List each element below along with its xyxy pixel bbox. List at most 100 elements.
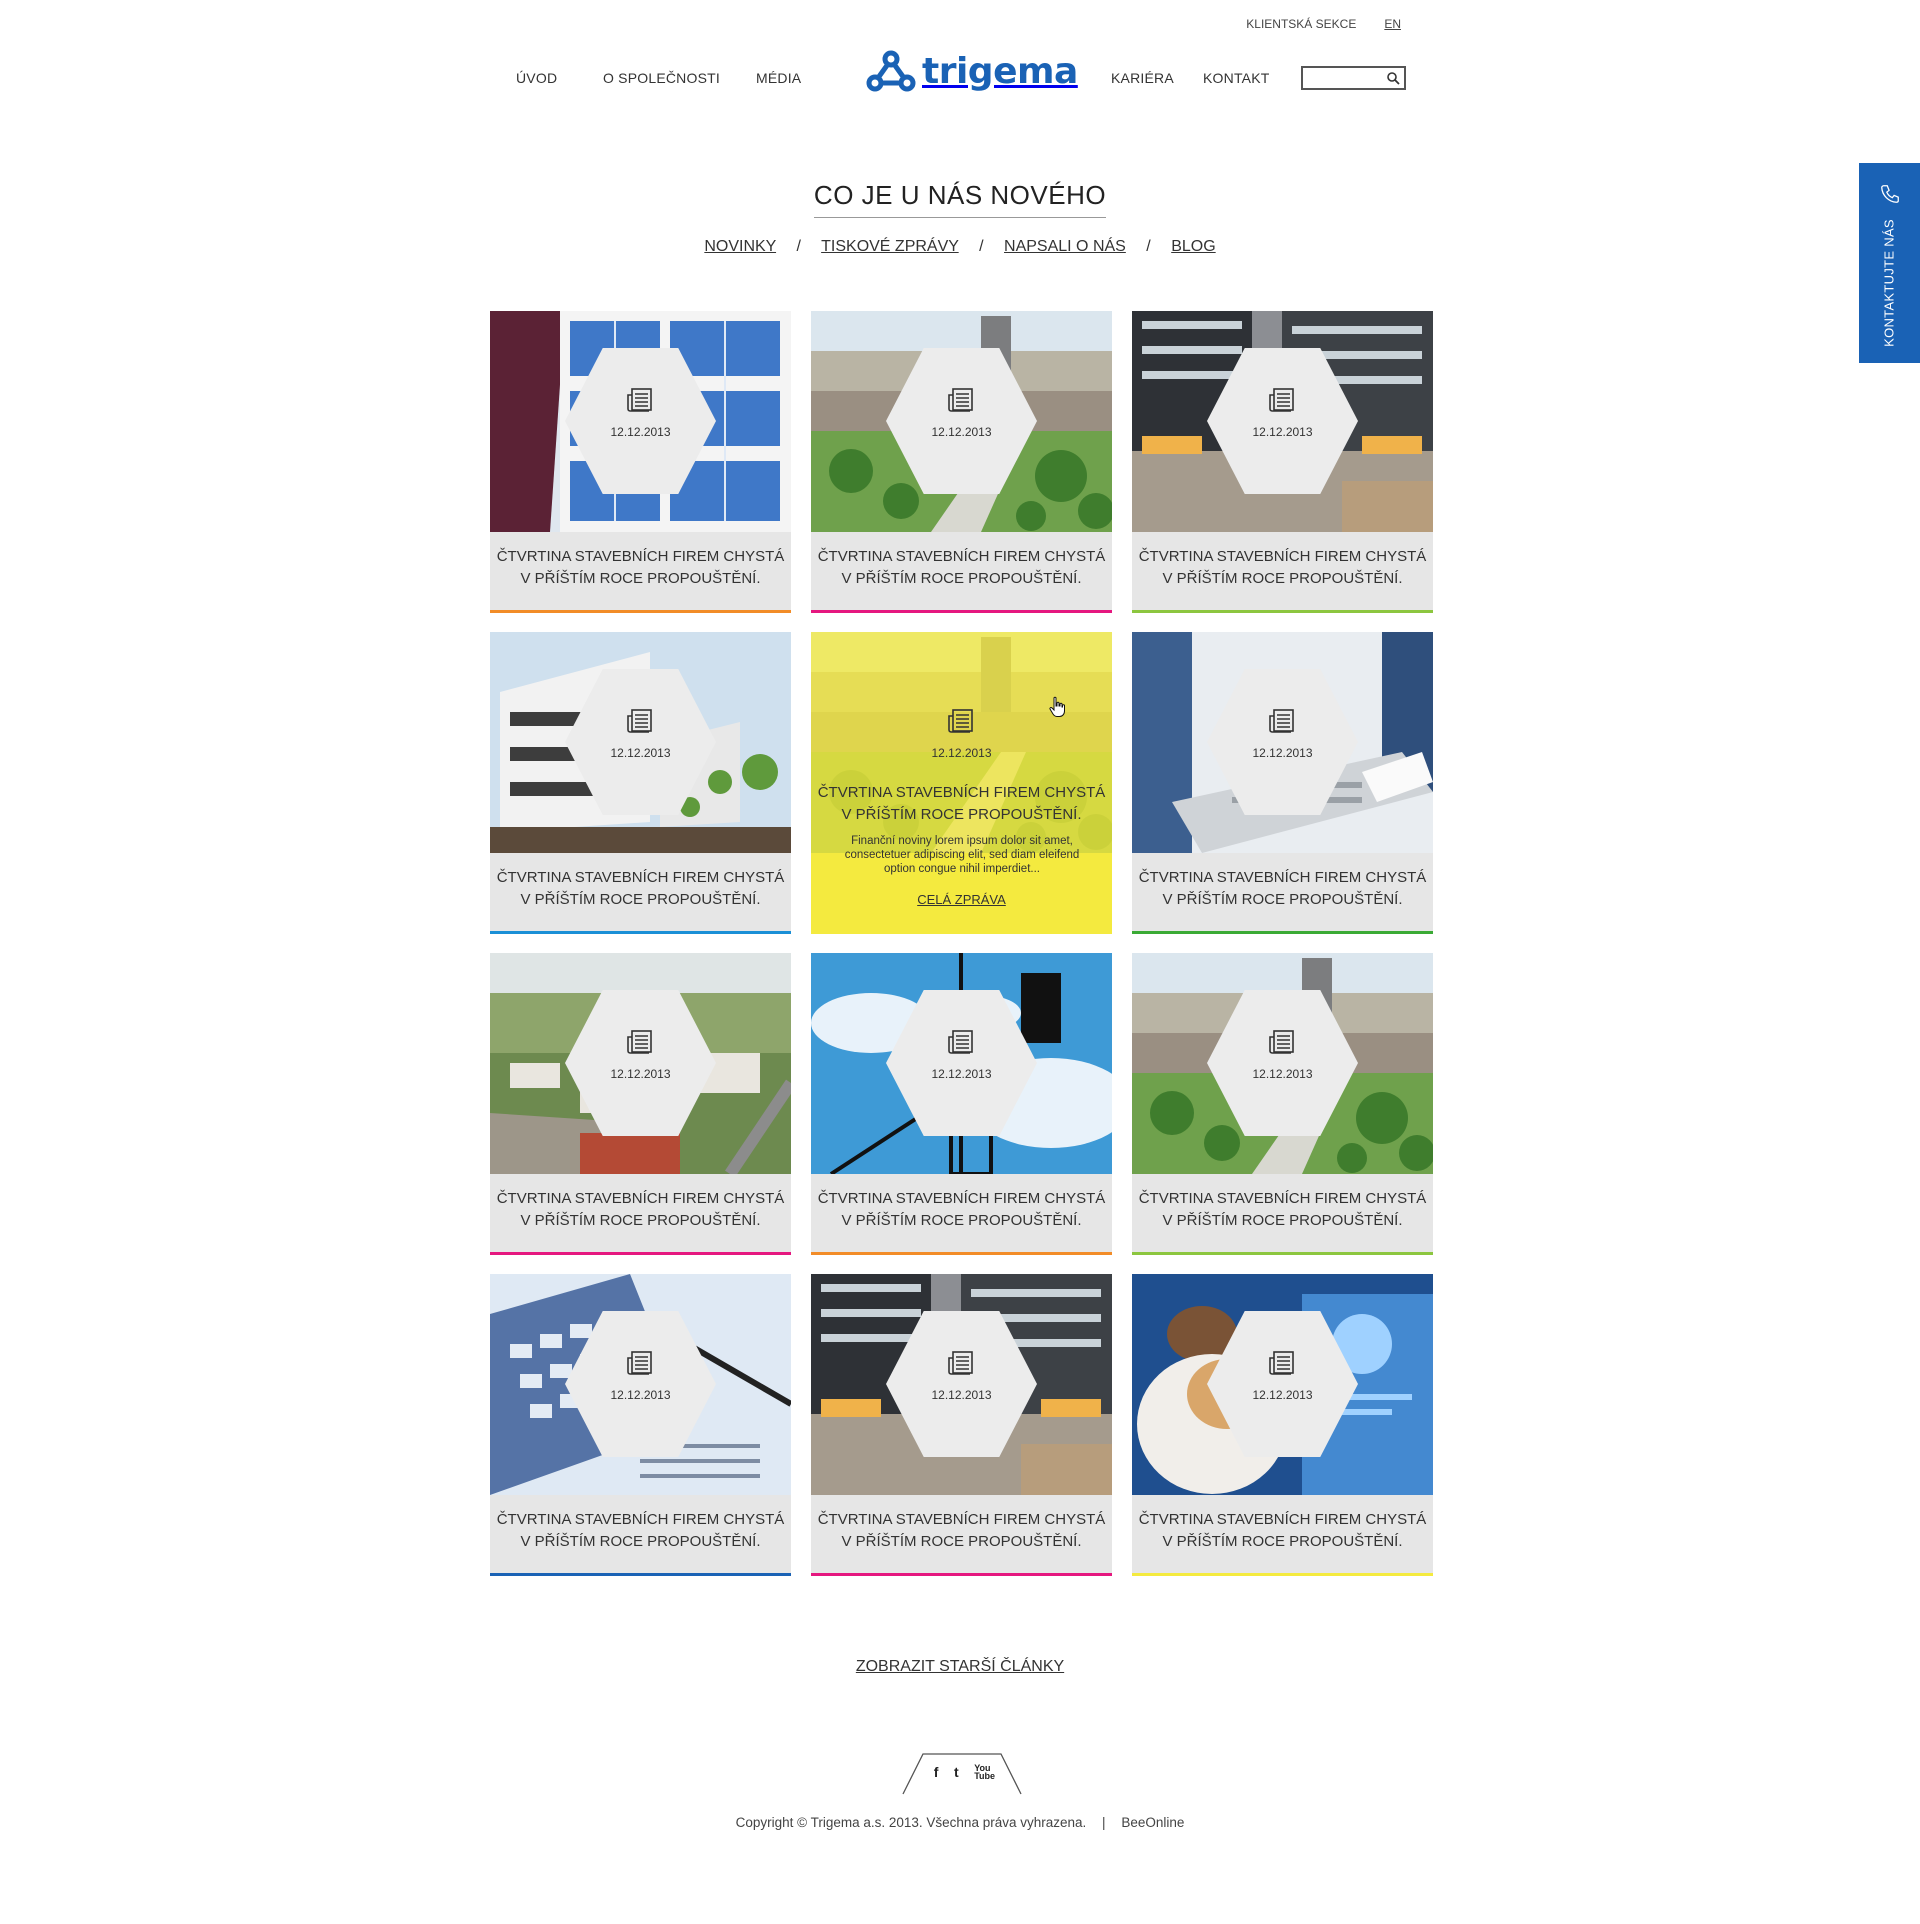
news-card-title[interactable]: ČTVRTINA STAVEBNÍCH FIREM CHYSTÁ V PŘÍŠT… bbox=[811, 546, 1112, 590]
news-card[interactable]: 12.12.2013 ČTVRTINA STAVEBNÍCH FIREM CHY… bbox=[1132, 953, 1433, 1255]
news-card-accent-bar bbox=[811, 1252, 1112, 1255]
news-card-title[interactable]: ČTVRTINA STAVEBNÍCH FIREM CHYSTÁ V PŘÍŠT… bbox=[811, 782, 1112, 826]
search-icon[interactable] bbox=[1386, 71, 1400, 85]
news-card-title[interactable]: ČTVRTINA STAVEBNÍCH FIREM CHYSTÁ V PŘÍŠT… bbox=[811, 1188, 1112, 1232]
nav-item-media[interactable]: MÉDIA bbox=[756, 70, 801, 86]
news-card-date: 12.12.2013 bbox=[610, 1067, 671, 1081]
trigema-logo[interactable]: trigema bbox=[866, 50, 1078, 92]
document-icon bbox=[627, 388, 652, 412]
document-icon bbox=[948, 1351, 973, 1375]
document-icon bbox=[627, 1030, 652, 1054]
news-card[interactable]: 12.12.2013 ČTVRTINA STAVEBNÍCH FIREM CHY… bbox=[811, 953, 1112, 1255]
footer-separator: | bbox=[1102, 1815, 1106, 1830]
show-older-articles-link[interactable]: ZOBRAZIT STARŠÍ ČLÁNKY bbox=[856, 1658, 1064, 1675]
news-card-accent-bar bbox=[811, 610, 1112, 613]
main-navigation: ÚVOD O SPOLEČNOSTI MÉDIA trigema KARIÉRA… bbox=[0, 0, 1920, 110]
subnav-separator: / bbox=[796, 238, 801, 255]
nav-item-o-spolecnosti[interactable]: O SPOLEČNOSTI bbox=[603, 70, 720, 86]
document-icon bbox=[1269, 1030, 1294, 1054]
document-icon bbox=[1269, 709, 1294, 733]
twitter-icon[interactable]: t bbox=[954, 1764, 959, 1780]
news-card-date: 12.12.2013 bbox=[1252, 1067, 1313, 1081]
news-card-date: 12.12.2013 bbox=[931, 1388, 992, 1402]
news-card-excerpt: Finanční noviny lorem ipsum dolor sit am… bbox=[844, 835, 1080, 875]
news-card-accent-bar bbox=[1132, 1573, 1433, 1576]
news-card-title-line: V PŘÍŠTÍM ROCE PROPOUŠTĚNÍ. bbox=[841, 570, 1082, 587]
subnav-item-blog[interactable]: BLOG bbox=[1171, 238, 1215, 255]
document-icon bbox=[948, 388, 973, 412]
read-more-link[interactable]: CELÁ ZPRÁVA bbox=[811, 892, 1112, 907]
news-card-title-line: V PŘÍŠTÍM ROCE PROPOUŠTĚNÍ. bbox=[520, 891, 761, 908]
news-card[interactable]: 12.12.2013 ČTVRTINA STAVEBNÍCH FIREM CHY… bbox=[490, 953, 791, 1255]
news-card-title-line: V PŘÍŠTÍM ROCE PROPOUŠTĚNÍ. bbox=[1162, 1212, 1403, 1229]
news-card-date: 12.12.2013 bbox=[1252, 746, 1313, 760]
subnav-item-tiskove-zpravy[interactable]: TISKOVÉ ZPRÁVY bbox=[821, 238, 959, 255]
news-card-title-line: V PŘÍŠTÍM ROCE PROPOUŠTĚNÍ. bbox=[520, 570, 761, 587]
news-card-title[interactable]: ČTVRTINA STAVEBNÍCH FIREM CHYSTÁ V PŘÍŠT… bbox=[490, 1509, 791, 1553]
news-card-title-line: V PŘÍŠTÍM ROCE PROPOUŠTĚNÍ. bbox=[1162, 1533, 1403, 1550]
facebook-icon[interactable]: f bbox=[934, 1764, 939, 1780]
news-card-date: 12.12.2013 bbox=[1252, 1388, 1313, 1402]
news-card[interactable]: 12.12.2013 ČTVRTINA STAVEBNÍCH FIREM CHY… bbox=[1132, 311, 1433, 613]
news-card-title-line: V PŘÍŠTÍM ROCE PROPOUŠTĚNÍ. bbox=[520, 1533, 761, 1550]
news-card[interactable]: 12.12.2013 ČTVRTINA STAVEBNÍCH FIREM CHY… bbox=[811, 1274, 1112, 1576]
nav-item-kontakt[interactable]: KONTAKT bbox=[1203, 70, 1269, 86]
news-card[interactable]: 12.12.2013 ČTVRTINA STAVEBNÍCH FIREM CHY… bbox=[811, 632, 1112, 934]
news-card-title-line: V PŘÍŠTÍM ROCE PROPOUŠTĚNÍ. bbox=[1162, 570, 1403, 587]
news-card-title-line: ČTVRTINA STAVEBNÍCH FIREM CHYSTÁ bbox=[496, 1190, 785, 1207]
news-card-accent-bar bbox=[1132, 1252, 1433, 1255]
news-card-title-line: V PŘÍŠTÍM ROCE PROPOUŠTĚNÍ. bbox=[841, 1533, 1082, 1550]
page-title: CO JE U NÁS NOVÉHO bbox=[813, 180, 1107, 218]
news-card-title-line: V PŘÍŠTÍM ROCE PROPOUŠTĚNÍ. bbox=[841, 1212, 1082, 1229]
news-card-title-line: ČTVRTINA STAVEBNÍCH FIREM CHYSTÁ bbox=[496, 869, 785, 886]
hand-cursor-icon bbox=[1049, 696, 1065, 717]
subnav-item-napsali-o-nas[interactable]: NAPSALI O NÁS bbox=[1004, 238, 1126, 255]
news-card-title[interactable]: ČTVRTINA STAVEBNÍCH FIREM CHYSTÁ V PŘÍŠT… bbox=[490, 867, 791, 911]
news-card[interactable]: 12.12.2013 ČTVRTINA STAVEBNÍCH FIREM CHY… bbox=[811, 311, 1112, 613]
news-card[interactable]: 12.12.2013 ČTVRTINA STAVEBNÍCH FIREM CHY… bbox=[490, 1274, 791, 1576]
news-card-title-line: ČTVRTINA STAVEBNÍCH FIREM CHYSTÁ bbox=[817, 1190, 1106, 1207]
news-card-title[interactable]: ČTVRTINA STAVEBNÍCH FIREM CHYSTÁ V PŘÍŠT… bbox=[1132, 1509, 1433, 1553]
news-card-title-line: ČTVRTINA STAVEBNÍCH FIREM CHYSTÁ bbox=[1138, 548, 1427, 565]
news-card-accent-bar bbox=[490, 1252, 791, 1255]
youtube-icon[interactable]: You Tube bbox=[974, 1764, 995, 1781]
news-card-title[interactable]: ČTVRTINA STAVEBNÍCH FIREM CHYSTÁ V PŘÍŠT… bbox=[490, 1188, 791, 1232]
news-card-title[interactable]: ČTVRTINA STAVEBNÍCH FIREM CHYSTÁ V PŘÍŠT… bbox=[490, 546, 791, 590]
news-card[interactable]: 12.12.2013 ČTVRTINA STAVEBNÍCH FIREM CHY… bbox=[1132, 1274, 1433, 1576]
news-card-date: 12.12.2013 bbox=[1252, 425, 1313, 439]
news-card-accent-bar bbox=[490, 610, 791, 613]
document-icon bbox=[627, 709, 652, 733]
news-card-title[interactable]: ČTVRTINA STAVEBNÍCH FIREM CHYSTÁ V PŘÍŠT… bbox=[811, 1509, 1112, 1553]
news-card-date: 12.12.2013 bbox=[931, 425, 992, 439]
news-card[interactable]: 12.12.2013 ČTVRTINA STAVEBNÍCH FIREM CHY… bbox=[490, 311, 791, 613]
social-links: f t You Tube bbox=[901, 1752, 1023, 1795]
news-card-accent-bar bbox=[811, 931, 1112, 934]
category-subnav: NOVINKY / TISKOVÉ ZPRÁVY / NAPSALI O NÁS… bbox=[0, 238, 1920, 256]
news-card-title-line: ČTVRTINA STAVEBNÍCH FIREM CHYSTÁ bbox=[817, 548, 1106, 565]
document-icon bbox=[1269, 1351, 1294, 1375]
news-card[interactable]: 12.12.2013 ČTVRTINA STAVEBNÍCH FIREM CHY… bbox=[1132, 632, 1433, 934]
social-icons: f t You Tube bbox=[926, 1764, 998, 1781]
nav-item-kariera[interactable]: KARIÉRA bbox=[1111, 70, 1174, 86]
copyright-text: Copyright © Trigema a.s. 2013. Všechna p… bbox=[735, 1815, 1087, 1830]
news-card-title-line: ČTVRTINA STAVEBNÍCH FIREM CHYSTÁ bbox=[1138, 869, 1427, 886]
news-card-title[interactable]: ČTVRTINA STAVEBNÍCH FIREM CHYSTÁ V PŘÍŠT… bbox=[1132, 1188, 1433, 1232]
news-card-date: 12.12.2013 bbox=[931, 1067, 992, 1081]
news-card-accent-bar bbox=[811, 1573, 1112, 1576]
beeonline-credit-link[interactable]: BeeOnline bbox=[1121, 1815, 1184, 1830]
news-card-title-line: ČTVRTINA STAVEBNÍCH FIREM CHYSTÁ bbox=[496, 1511, 785, 1528]
news-card-title-line: ČTVRTINA STAVEBNÍCH FIREM CHYSTÁ bbox=[1138, 1511, 1427, 1528]
news-card-title-line: V PŘÍŠTÍM ROCE PROPOUŠTĚNÍ. bbox=[1162, 891, 1403, 908]
page-heading: CO JE U NÁS NOVÉHO bbox=[0, 180, 1920, 218]
news-card-title[interactable]: ČTVRTINA STAVEBNÍCH FIREM CHYSTÁ V PŘÍŠT… bbox=[1132, 546, 1433, 590]
subnav-item-novinky[interactable]: NOVINKY bbox=[704, 238, 776, 255]
search-box bbox=[1301, 66, 1406, 90]
news-card-title-line: ČTVRTINA STAVEBNÍCH FIREM CHYSTÁ bbox=[817, 1511, 1106, 1528]
search-input[interactable] bbox=[1303, 68, 1381, 88]
news-card-title[interactable]: ČTVRTINA STAVEBNÍCH FIREM CHYSTÁ V PŘÍŠT… bbox=[1132, 867, 1433, 911]
nav-item-uvod[interactable]: ÚVOD bbox=[516, 70, 557, 86]
news-card-date: 12.12.2013 bbox=[610, 425, 671, 439]
news-card-accent-bar bbox=[490, 931, 791, 934]
news-card[interactable]: 12.12.2013 ČTVRTINA STAVEBNÍCH FIREM CHY… bbox=[490, 632, 791, 934]
news-card-date: 12.12.2013 bbox=[931, 746, 992, 760]
